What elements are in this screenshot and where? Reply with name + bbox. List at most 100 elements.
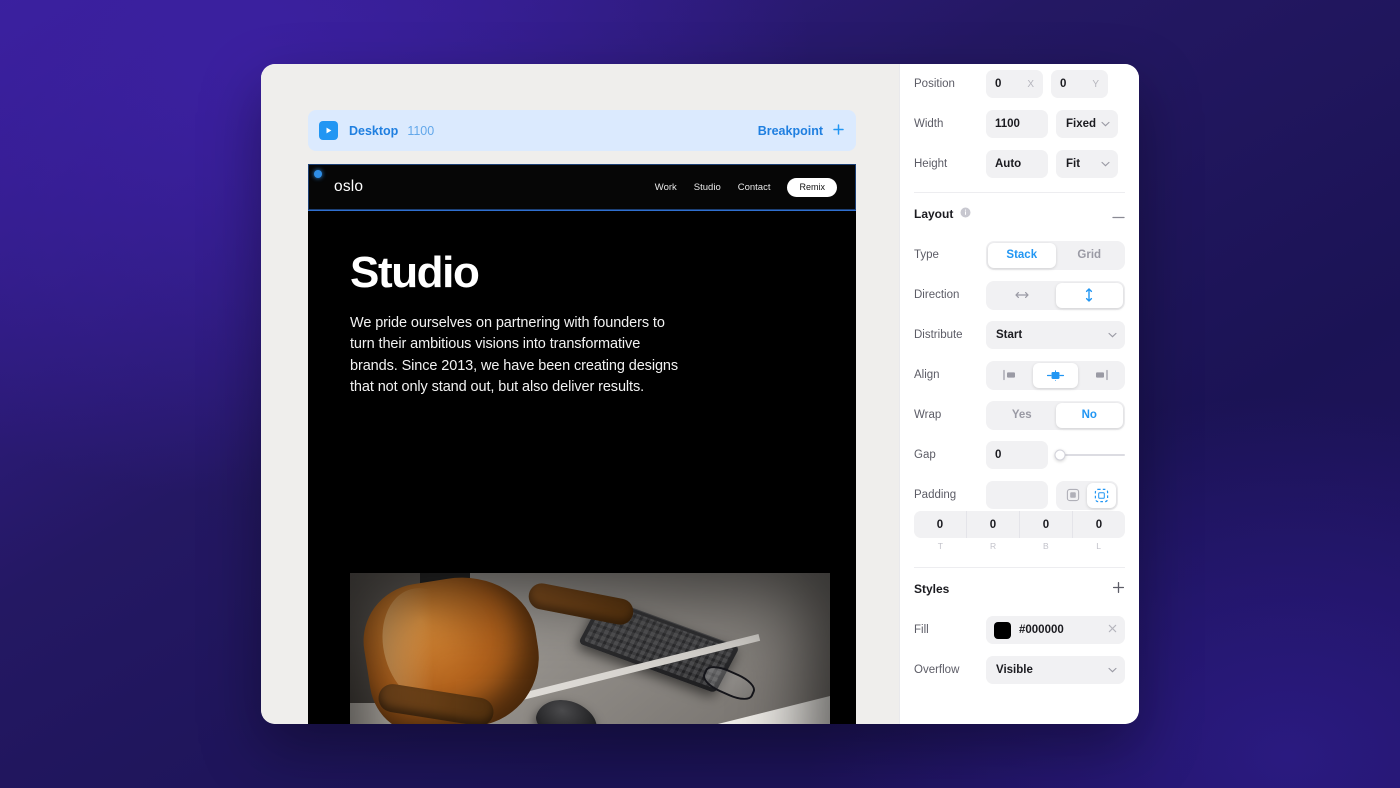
breakpoint-add-label: Breakpoint xyxy=(757,123,823,138)
nav-link-studio[interactable]: Studio xyxy=(694,182,721,193)
padding-uniform-icon[interactable] xyxy=(1058,483,1087,508)
site-logo: oslo xyxy=(334,178,364,195)
hero-section: Studio We pride ourselves on partnering … xyxy=(308,211,856,399)
breakpoint-device-label: Desktop xyxy=(349,123,399,138)
minus-icon[interactable] xyxy=(1112,207,1125,222)
wrap-option-yes[interactable]: Yes xyxy=(988,403,1056,428)
fill-control[interactable]: #000000 xyxy=(986,616,1125,644)
nav-link-work[interactable]: Work xyxy=(655,182,677,193)
breakpoint-bar[interactable]: Desktop 1100 Breakpoint xyxy=(308,110,856,151)
height-mode-select[interactable]: Fit xyxy=(1056,150,1118,178)
width-label: Width xyxy=(914,118,944,130)
overflow-value: Visible xyxy=(996,664,1033,676)
wrap-segmented-control[interactable]: Yes No xyxy=(986,400,1125,430)
type-label: Type xyxy=(914,249,939,261)
padding-row: Padding xyxy=(914,475,1125,515)
padding-right-input[interactable]: 0 xyxy=(967,511,1020,538)
height-row: Height Auto Fit xyxy=(914,144,1125,184)
overflow-select[interactable]: Visible xyxy=(986,656,1125,684)
padding-bottom-input[interactable]: 0 xyxy=(1020,511,1073,538)
properties-panel: Position 0 X 0 Y Width 1100 Fixed Height… xyxy=(899,64,1139,724)
direction-label: Direction xyxy=(914,289,960,301)
align-segmented-control[interactable] xyxy=(986,360,1125,390)
padding-mode-control[interactable] xyxy=(1056,480,1118,510)
align-start-icon[interactable] xyxy=(988,363,1033,388)
fill-hex-value: #000000 xyxy=(1019,624,1064,636)
chevron-down-icon xyxy=(1108,330,1117,340)
info-icon[interactable] xyxy=(960,205,971,223)
photo-vignette xyxy=(350,573,830,724)
width-row: Width 1100 Fixed xyxy=(914,104,1125,144)
wrap-option-no[interactable]: No xyxy=(1055,402,1123,428)
chevron-down-icon xyxy=(1101,159,1110,169)
padding-individual-icon[interactable] xyxy=(1087,482,1116,508)
monitor-play-icon[interactable] xyxy=(319,121,338,140)
padding-side-labels: T R B L xyxy=(914,541,1125,551)
selection-handle-icon[interactable] xyxy=(314,170,322,178)
breakpoint-device-width: 1100 xyxy=(407,123,435,138)
gap-slider[interactable] xyxy=(1054,449,1125,461)
type-option-grid[interactable]: Grid xyxy=(1056,243,1124,268)
align-row: Align xyxy=(914,355,1125,395)
type-option-stack[interactable]: Stack xyxy=(988,242,1056,268)
type-row: Type Stack Grid xyxy=(914,235,1125,275)
height-input[interactable]: Auto xyxy=(986,150,1048,178)
direction-row: Direction xyxy=(914,275,1125,315)
gap-value: 0 xyxy=(995,449,1002,461)
height-mode-value: Fit xyxy=(1066,158,1081,170)
site-preview[interactable]: oslo Work Studio Contact Remix Studio We… xyxy=(308,164,856,724)
distribute-value: Start xyxy=(996,329,1023,341)
padding-label-right: R xyxy=(990,541,997,551)
padding-sides-group[interactable]: 0 0 0 0 xyxy=(914,511,1125,538)
fill-color-swatch[interactable] xyxy=(994,621,1011,639)
width-mode-value: Fixed xyxy=(1066,118,1097,130)
distribute-select[interactable]: Start xyxy=(986,321,1125,349)
canvas-pane: Desktop 1100 Breakpoint oslo Work Studio… xyxy=(261,64,899,724)
padding-label-left: L xyxy=(1096,541,1101,551)
height-label: Height xyxy=(914,158,948,170)
add-style-plus-icon[interactable] xyxy=(1112,581,1125,597)
padding-sides-row: 0 0 0 0 T R B L xyxy=(914,511,1125,551)
plus-icon[interactable] xyxy=(832,122,845,139)
padding-input[interactable] xyxy=(986,481,1048,509)
position-y-unit: Y xyxy=(1092,78,1099,90)
hero-title: Studio xyxy=(350,248,480,297)
direction-horizontal-icon[interactable] xyxy=(988,283,1056,308)
position-label: Position xyxy=(914,78,955,90)
gap-input[interactable]: 0 xyxy=(986,441,1048,469)
width-value: 1100 xyxy=(995,118,1020,130)
breakpoint-add-group[interactable]: Breakpoint xyxy=(758,122,845,139)
overflow-label: Overflow xyxy=(914,664,960,676)
padding-top-input[interactable]: 0 xyxy=(914,511,967,538)
site-nav-links: Work Studio Contact Remix xyxy=(655,177,837,197)
gap-label: Gap xyxy=(914,449,936,461)
align-end-icon[interactable] xyxy=(1078,363,1123,388)
layout-section-header: Layout xyxy=(914,193,1125,235)
type-segmented-control[interactable]: Stack Grid xyxy=(986,240,1125,270)
width-input[interactable]: 1100 xyxy=(986,110,1048,138)
gap-slider-knob[interactable] xyxy=(1054,449,1066,461)
position-x-value: 0 xyxy=(995,78,1002,90)
chevron-down-icon xyxy=(1101,119,1110,129)
hero-copy: We pride ourselves on partnering with fo… xyxy=(350,315,679,396)
close-icon[interactable] xyxy=(1108,624,1117,636)
position-x-input[interactable]: 0 X xyxy=(986,70,1043,98)
nav-link-contact[interactable]: Contact xyxy=(738,182,771,193)
remix-button[interactable]: Remix xyxy=(787,177,837,197)
fill-row: Fill #000000 xyxy=(914,610,1125,650)
site-nav[interactable]: oslo Work Studio Contact Remix xyxy=(308,164,856,211)
width-mode-select[interactable]: Fixed xyxy=(1056,110,1118,138)
position-y-input[interactable]: 0 Y xyxy=(1051,70,1108,98)
distribute-label: Distribute xyxy=(914,329,963,341)
gap-row: Gap 0 xyxy=(914,435,1125,475)
padding-label: Padding xyxy=(914,489,957,501)
overflow-row: Overflow Visible xyxy=(914,650,1125,690)
align-center-icon[interactable] xyxy=(1033,362,1078,388)
gap-slider-track[interactable] xyxy=(1054,449,1125,461)
height-value: Auto xyxy=(995,158,1022,170)
app-window: Desktop 1100 Breakpoint oslo Work Studio… xyxy=(261,64,1139,724)
direction-segmented-control[interactable] xyxy=(986,280,1125,310)
padding-left-input[interactable]: 0 xyxy=(1073,511,1125,538)
wrap-row: Wrap Yes No xyxy=(914,395,1125,435)
direction-vertical-icon[interactable] xyxy=(1055,282,1123,308)
